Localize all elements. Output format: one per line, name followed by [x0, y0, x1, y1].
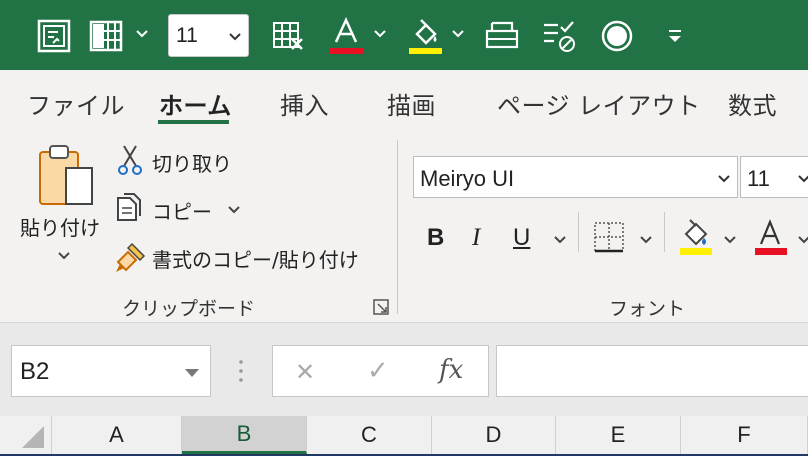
copy-button[interactable]: コピー: [152, 196, 212, 225]
copy-icon: [114, 192, 146, 228]
font-color-icon[interactable]: [754, 216, 788, 262]
enter-icon[interactable]: ✓: [367, 356, 389, 386]
font-size-value: 11: [747, 166, 770, 191]
tab-insert[interactable]: 挿入: [280, 86, 329, 121]
format-painter-icon: [114, 240, 148, 278]
column-header-e[interactable]: E: [556, 416, 681, 454]
chevron-down-icon: [797, 171, 808, 190]
chevron-down-icon: [717, 171, 731, 190]
font-name-value: Meiryo UI: [420, 166, 515, 191]
font-group-label: フォント: [609, 298, 686, 320]
scissors-icon: [116, 144, 144, 180]
freeze-panes-icon[interactable]: [88, 14, 124, 58]
italic-button[interactable]: I: [472, 224, 480, 252]
chevron-down-icon[interactable]: [638, 232, 654, 252]
tab-formulas[interactable]: 数式: [728, 86, 777, 121]
ribbon-home: 貼り付け 切り取り コピー 書式のコピー/貼り付け クリップボード Meiryo…: [0, 132, 808, 323]
column-header-f[interactable]: F: [681, 416, 808, 454]
paste-icon[interactable]: [36, 142, 96, 210]
column-header-b[interactable]: B: [182, 416, 307, 454]
borders-icon[interactable]: [592, 220, 626, 258]
name-box[interactable]: B2: [11, 345, 211, 397]
formula-input[interactable]: [496, 345, 808, 397]
clear-borders-icon[interactable]: [268, 14, 308, 58]
font-size-dropdown[interactable]: 11: [740, 156, 808, 198]
group-separator: [397, 140, 398, 314]
chevron-down-icon[interactable]: [226, 202, 242, 222]
tab-draw[interactable]: 描画: [387, 86, 436, 121]
active-tab-indicator: [158, 120, 229, 124]
format-painter-button[interactable]: 書式のコピー/貼り付け: [152, 244, 359, 273]
fill-color-icon[interactable]: [678, 216, 714, 262]
select-all-button[interactable]: [0, 416, 52, 454]
form-icon[interactable]: [36, 14, 72, 58]
chevron-down-icon[interactable]: [796, 232, 808, 252]
cancel-icon[interactable]: ✕: [295, 358, 315, 386]
dialog-launcher-icon[interactable]: [372, 298, 390, 320]
print-preview-icon[interactable]: [482, 14, 522, 58]
formula-bar: B2 ✕ ✓ fx: [0, 323, 808, 416]
chevron-down-icon[interactable]: [552, 232, 568, 252]
separator: [578, 212, 579, 252]
column-header-c[interactable]: C: [307, 416, 432, 454]
formula-bar-grip-icon[interactable]: [238, 359, 244, 387]
fill-color-icon[interactable]: [406, 14, 444, 58]
separator: [664, 212, 665, 252]
column-header-a[interactable]: A: [52, 416, 182, 454]
chevron-down-icon[interactable]: [722, 232, 738, 252]
cut-button[interactable]: 切り取り: [152, 148, 232, 177]
column-headers: A B C D E F: [0, 416, 808, 456]
tab-page-layout[interactable]: ページ レイアウト: [497, 86, 701, 121]
chevron-down-icon: [228, 29, 242, 48]
customize-qat-icon[interactable]: [664, 14, 686, 58]
tab-home[interactable]: ホーム: [159, 86, 232, 121]
bold-button[interactable]: B: [427, 224, 444, 252]
clipboard-group-label: クリップボード: [122, 298, 256, 320]
qat-font-size-value: 11: [176, 24, 198, 47]
name-box-value: B2: [20, 358, 50, 385]
paste-button[interactable]: 貼り付け: [20, 212, 100, 241]
spelling-clear-icon[interactable]: [540, 14, 578, 58]
record-icon[interactable]: [598, 14, 636, 58]
formula-buttons: ✕ ✓ fx: [272, 345, 489, 397]
font-color-icon[interactable]: [326, 14, 366, 58]
ribbon-tabs: ファイル ホーム 挿入 描画 ページ レイアウト 数式: [0, 70, 808, 132]
underline-button[interactable]: U: [513, 224, 530, 252]
quick-access-toolbar: 11: [0, 0, 808, 70]
font-name-dropdown[interactable]: Meiryo UI: [413, 156, 738, 198]
chevron-down-icon[interactable]: [450, 26, 466, 42]
chevron-down-icon[interactable]: [56, 248, 72, 268]
caret-down-icon[interactable]: [184, 364, 200, 383]
qat-font-size-dropdown[interactable]: 11: [168, 14, 249, 57]
column-header-d[interactable]: D: [432, 416, 556, 454]
chevron-down-icon[interactable]: [134, 26, 150, 42]
insert-function-button[interactable]: fx: [439, 355, 463, 385]
tab-file[interactable]: ファイル: [27, 86, 125, 121]
chevron-down-icon[interactable]: [372, 26, 388, 42]
